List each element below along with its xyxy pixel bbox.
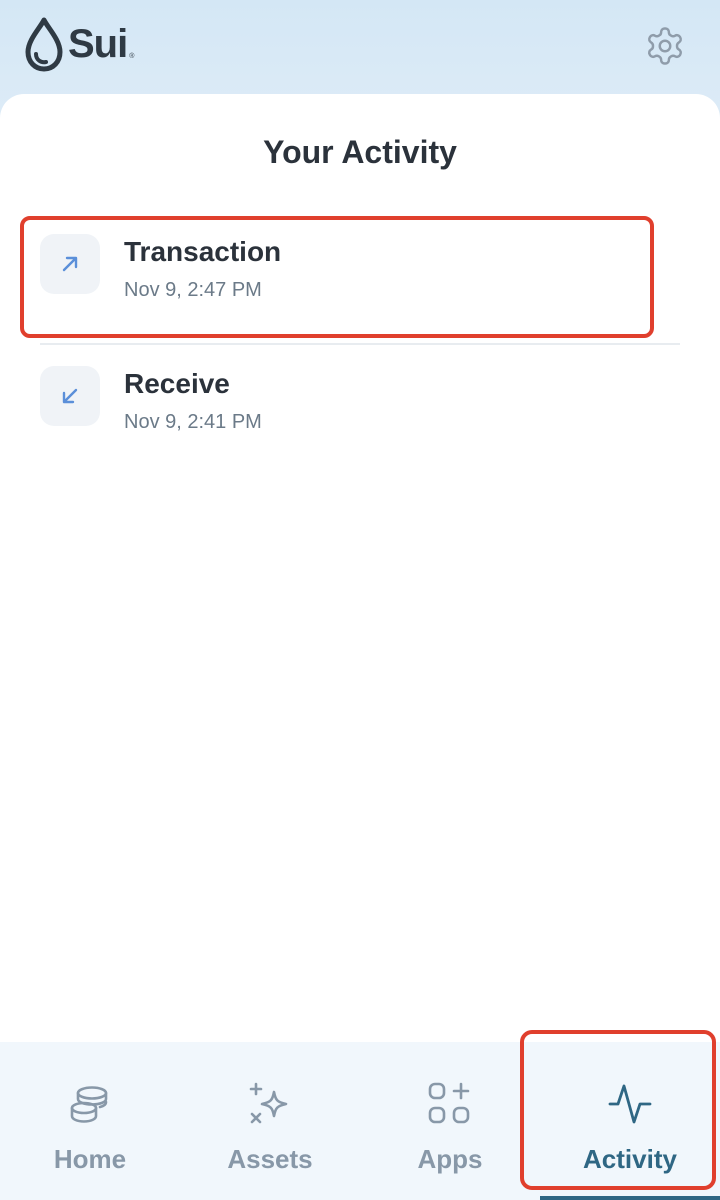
sparkles-icon <box>249 1082 288 1124</box>
active-tab-indicator <box>540 1196 720 1200</box>
activity-item-transaction[interactable]: Transaction Nov 9, 2:47 PM <box>40 206 680 336</box>
activity-panel: Your Activity Transaction Nov 9, 2:47 PM… <box>0 94 720 1042</box>
pulse-icon <box>608 1084 652 1124</box>
gear-icon[interactable] <box>644 25 686 67</box>
coins-icon <box>70 1086 108 1123</box>
activity-timestamp: Nov 9, 2:47 PM <box>124 279 262 301</box>
nav-label: Apps <box>417 1144 483 1174</box>
sui-logo: Sui ® <box>22 16 134 72</box>
activity-title: Transaction <box>124 236 282 267</box>
nav-item-home[interactable]: Home <box>0 1042 180 1200</box>
nav-item-assets[interactable]: Assets <box>180 1042 360 1200</box>
brand-name: Sui <box>68 22 128 66</box>
arrow-down-left-icon <box>62 388 78 404</box>
nav-item-apps[interactable]: Apps <box>360 1042 540 1200</box>
activity-title: Receive <box>124 368 230 399</box>
trademark-mark: ® <box>129 53 135 60</box>
activity-item-icon-box <box>40 366 100 426</box>
sui-drop-icon <box>25 17 63 72</box>
activity-timestamp: Nov 9, 2:41 PM <box>124 411 262 433</box>
bottom-nav: Home Assets Apps Activity <box>0 1042 720 1200</box>
apps-grid-icon <box>428 1082 470 1124</box>
nav-label: Home <box>53 1144 127 1174</box>
nav-item-activity[interactable]: Activity <box>540 1042 720 1200</box>
nav-label: Activity <box>583 1144 677 1174</box>
arrow-up-right-icon <box>62 256 78 272</box>
nav-label: Assets <box>227 1144 313 1174</box>
activity-item-icon-box <box>40 234 100 294</box>
activity-item-receive[interactable]: Receive Nov 9, 2:41 PM <box>40 338 680 468</box>
page-title: Your Activity <box>263 134 457 170</box>
